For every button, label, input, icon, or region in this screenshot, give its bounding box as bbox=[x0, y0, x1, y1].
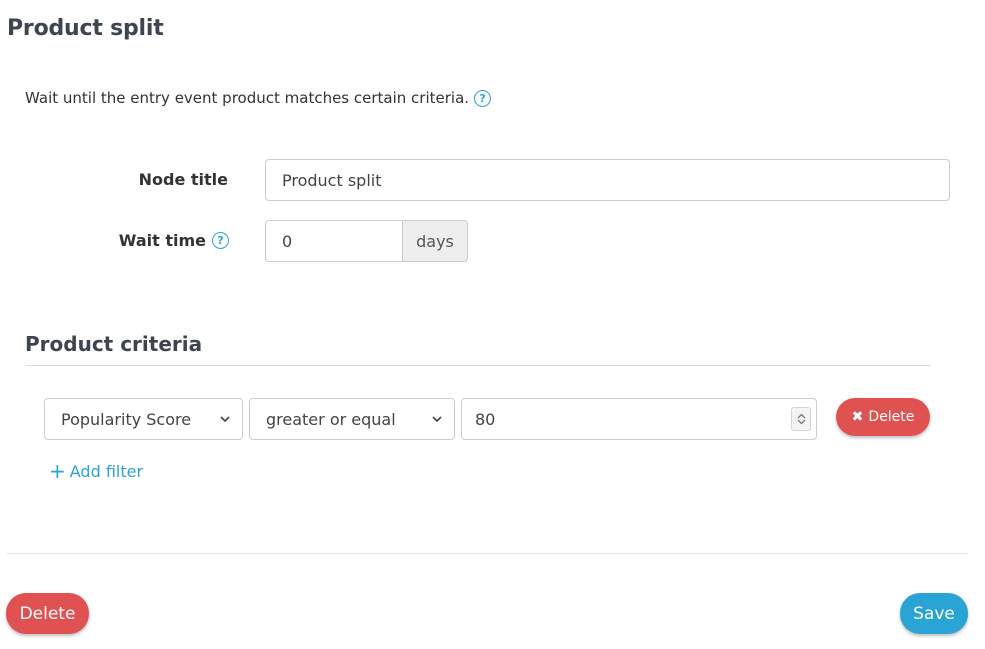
chevron-down-icon bbox=[432, 416, 442, 423]
filter-value-input[interactable]: 80 bbox=[461, 398, 817, 440]
filter-field-value: Popularity Score bbox=[61, 409, 192, 429]
add-filter-label: Add filter bbox=[69, 461, 144, 481]
page-title: Product split bbox=[7, 16, 164, 41]
number-stepper[interactable] bbox=[791, 407, 811, 431]
close-icon: ✖ bbox=[851, 409, 864, 425]
wait-time-input[interactable]: 0 bbox=[265, 220, 402, 262]
delete-filter-label: Delete bbox=[868, 409, 915, 425]
filter-operator-select[interactable]: greater or equal bbox=[249, 398, 455, 440]
save-button[interactable]: Save bbox=[900, 593, 968, 634]
wait-time-label: Wait time ? bbox=[119, 231, 229, 250]
plus-icon: + bbox=[49, 459, 66, 483]
filter-field-select[interactable]: Popularity Score bbox=[44, 398, 243, 440]
filter-operator-value: greater or equal bbox=[266, 409, 396, 429]
description-text: Wait until the entry event product match… bbox=[25, 89, 470, 107]
footer-divider bbox=[7, 553, 968, 554]
chevron-down-icon bbox=[220, 416, 230, 423]
section-divider bbox=[25, 365, 931, 366]
wait-time-label-text: Wait time bbox=[118, 231, 206, 250]
page-description: Wait until the entry event product match… bbox=[25, 89, 492, 107]
filter-value: 80 bbox=[475, 409, 496, 429]
node-title-input[interactable]: Product split bbox=[265, 159, 950, 201]
add-filter-link[interactable]: + Add filter bbox=[49, 461, 143, 481]
wait-time-group: 0 days bbox=[265, 220, 468, 262]
help-icon[interactable]: ? bbox=[212, 232, 229, 249]
help-icon[interactable]: ? bbox=[474, 89, 492, 107]
node-title-label: Node title bbox=[138, 170, 228, 189]
delete-button[interactable]: Delete bbox=[6, 593, 89, 634]
chevron-down-icon[interactable] bbox=[797, 419, 806, 425]
wait-time-unit: days bbox=[402, 220, 468, 262]
product-criteria-heading: Product criteria bbox=[25, 332, 203, 356]
delete-filter-button[interactable]: ✖ Delete bbox=[836, 398, 930, 436]
